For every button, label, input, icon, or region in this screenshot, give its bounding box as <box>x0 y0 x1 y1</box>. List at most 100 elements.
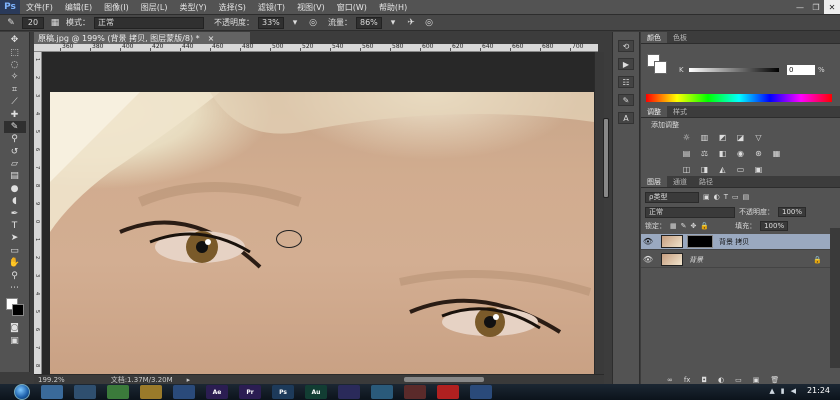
black-white-icon[interactable]: ◧ <box>717 149 728 158</box>
brush-tool-icon[interactable]: ✎ <box>3 120 26 134</box>
layer-row[interactable]: 👁 背景 拷贝 <box>641 234 830 250</box>
eyedropper-tool-icon[interactable]: ⟋ <box>4 96 26 108</box>
menu-type[interactable]: 类型(Y) <box>173 2 212 13</box>
delete-layer-icon[interactable]: 🗑 <box>770 376 779 384</box>
character-panel-icon[interactable]: A <box>618 112 634 124</box>
background-color-swatch[interactable] <box>11 304 24 317</box>
threshold-icon[interactable]: ◭ <box>717 165 728 174</box>
menu-view[interactable]: 视图(V) <box>291 2 331 13</box>
levels-icon[interactable]: ▥ <box>699 133 710 142</box>
vibrance-icon[interactable]: ▽ <box>753 133 764 142</box>
screen-mode-icon[interactable]: ▣ <box>4 335 26 347</box>
path-selection-tool-icon[interactable]: ➤ <box>4 232 26 244</box>
menu-edit[interactable]: 编辑(E) <box>59 2 98 13</box>
flow-dropdown-icon[interactable]: ▾ <box>386 17 400 29</box>
zoom-tool-icon[interactable]: ⚲ <box>4 269 26 281</box>
selective-color-icon[interactable]: ▣ <box>753 165 764 174</box>
menu-layer[interactable]: 图层(L) <box>135 2 174 13</box>
color-balance-icon[interactable]: ⚖ <box>699 149 710 158</box>
start-button[interactable] <box>14 384 30 400</box>
restore-button[interactable]: ❐ <box>808 0 824 14</box>
layer-blend-mode-select[interactable]: 正常 <box>645 206 735 218</box>
brush-size-picker[interactable]: 20 <box>22 16 44 29</box>
taskbar-app-explorer[interactable] <box>41 385 63 399</box>
new-group-icon[interactable]: ▭ <box>735 376 742 384</box>
taskbar-app-record[interactable] <box>437 385 459 399</box>
invert-icon[interactable]: ◫ <box>681 165 692 174</box>
menu-file[interactable]: 文件(F) <box>20 2 59 13</box>
menu-help[interactable]: 帮助(H) <box>373 2 413 13</box>
tablet-pressure-opacity-icon[interactable]: ◎ <box>306 17 320 29</box>
taskbar-clock[interactable]: 21:24 <box>807 386 830 395</box>
canvas-horizontal-scrollbar-thumb[interactable] <box>404 377 484 382</box>
taskbar-app-player[interactable] <box>173 385 195 399</box>
opacity-field[interactable]: 33% <box>258 16 284 29</box>
taskbar-app-tool[interactable] <box>404 385 426 399</box>
tab-color[interactable]: 颜色 <box>641 32 667 43</box>
taskbar-app-ps-active[interactable] <box>470 385 492 399</box>
tab-styles[interactable]: 样式 <box>667 106 693 117</box>
tab-channels[interactable]: 通道 <box>667 176 693 187</box>
history-panel-icon[interactable]: ⟲ <box>618 40 634 52</box>
flow-field[interactable]: 86% <box>356 16 382 29</box>
brush-panel-toggle-icon[interactable]: ▦ <box>48 17 62 29</box>
move-tool-icon[interactable]: ✥ <box>4 34 26 46</box>
k-channel-slider[interactable] <box>689 68 779 72</box>
lock-all-icon[interactable]: 🔒 <box>700 222 709 230</box>
marquee-tool-icon[interactable]: ⬚ <box>4 46 26 58</box>
photo-canvas[interactable] <box>50 92 594 374</box>
color-panel-swatches[interactable] <box>647 54 669 76</box>
shape-tool-icon[interactable]: ▭ <box>4 245 26 257</box>
menu-image[interactable]: 图像(I) <box>98 2 135 13</box>
color-lookup-icon[interactable]: ▦ <box>771 149 782 158</box>
status-menu-arrow-icon[interactable]: ▸ <box>187 376 191 384</box>
filter-adjustment-icon[interactable]: ◐ <box>714 193 720 201</box>
history-brush-tool-icon[interactable]: ↺ <box>4 146 26 158</box>
layer-name[interactable]: 背景 <box>689 255 703 265</box>
filter-shape-icon[interactable]: ▭ <box>732 193 739 201</box>
taskbar-app-premiere[interactable]: Pr <box>239 385 261 399</box>
taskbar-app-audition[interactable]: Au <box>305 385 327 399</box>
color-panel-background-swatch[interactable] <box>654 61 667 74</box>
lock-position-icon[interactable]: ✥ <box>691 222 697 230</box>
channel-mixer-icon[interactable]: ⊛ <box>753 149 764 158</box>
layer-style-icon[interactable]: fx <box>684 376 691 384</box>
quick-mask-icon[interactable]: ◙ <box>4 322 26 334</box>
lasso-tool-icon[interactable]: ◌ <box>4 59 26 71</box>
filter-smart-object-icon[interactable]: ▤ <box>743 193 750 201</box>
exposure-icon[interactable]: ◪ <box>735 133 746 142</box>
zoom-level[interactable]: 199.2% <box>38 376 65 384</box>
posterize-icon[interactable]: ◨ <box>699 165 710 174</box>
gradient-map-icon[interactable]: ▭ <box>735 165 746 174</box>
menu-select[interactable]: 选择(S) <box>213 2 252 13</box>
photo-filter-icon[interactable]: ◉ <box>735 149 746 158</box>
tab-adjustments[interactable]: 调整 <box>641 106 667 117</box>
mode-select[interactable]: 正常 <box>94 16 204 29</box>
curves-icon[interactable]: ◩ <box>717 133 728 142</box>
brush-panel-icon[interactable]: ✎ <box>618 94 634 106</box>
clone-stamp-tool-icon[interactable]: ⚲ <box>4 133 26 145</box>
quick-select-tool-icon[interactable]: ✧ <box>4 71 26 83</box>
gradient-tool-icon[interactable]: ▤ <box>4 170 26 182</box>
taskbar-app-browser[interactable] <box>371 385 393 399</box>
close-document-icon[interactable]: × <box>208 34 215 43</box>
color-spectrum-bar[interactable] <box>646 94 832 102</box>
close-button[interactable]: ✕ <box>824 0 840 14</box>
pen-tool-icon[interactable]: ✒ <box>4 207 26 219</box>
more-tools-icon[interactable]: ⋯ <box>4 282 26 294</box>
lock-image-icon[interactable]: ✎ <box>681 222 687 230</box>
taskbar-app-folder[interactable] <box>140 385 162 399</box>
canvas-area[interactable] <box>42 52 594 374</box>
healing-brush-tool-icon[interactable]: ✚ <box>4 108 26 120</box>
add-mask-icon[interactable]: ◘ <box>701 376 707 384</box>
menu-filter[interactable]: 滤镜(T) <box>252 2 291 13</box>
canvas-vertical-scrollbar-thumb[interactable] <box>603 118 609 198</box>
layer-visibility-eye-icon[interactable]: 👁 <box>641 237 655 246</box>
lock-transparent-icon[interactable]: ▦ <box>670 222 677 230</box>
eraser-tool-icon[interactable]: ▱ <box>4 158 26 170</box>
layer-name[interactable]: 背景 拷贝 <box>719 237 749 247</box>
layers-panel-scrollbar[interactable] <box>830 228 840 368</box>
taskbar-app-media-encoder[interactable] <box>338 385 360 399</box>
tablet-pressure-size-icon[interactable]: ◎ <box>422 17 436 29</box>
volume-icon[interactable]: ◀ <box>791 387 796 395</box>
